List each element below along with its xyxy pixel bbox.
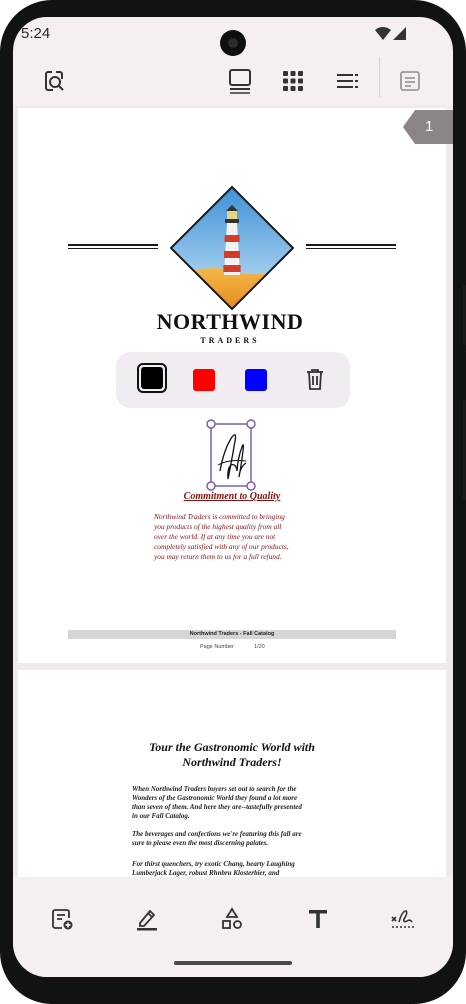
wifi-icon xyxy=(375,27,391,40)
page-indicator-number: 1 xyxy=(425,118,434,135)
paragraph-line: in our Fall Catalog. xyxy=(132,812,190,820)
commitment-line: over the world. If at any time you are n… xyxy=(154,532,276,541)
color-swatch-blue[interactable] xyxy=(245,369,267,391)
pdf-page-2[interactable]: Tour the Gastronomic World with Northwin… xyxy=(18,670,446,877)
signature-icon[interactable] xyxy=(383,899,423,939)
page2-paragraph-3: For thirst quenchers, try exotic Chang, … xyxy=(132,860,332,877)
paragraph-line: The beverages and confections we're feat… xyxy=(132,830,302,838)
commitment-line: you products of the highest quality from… xyxy=(154,522,282,531)
cellular-icon xyxy=(393,27,406,40)
top-toolbar xyxy=(13,53,453,105)
screen: 5:24 NORTHWIND TRADERS Commitment to Qua… xyxy=(13,17,453,977)
signature-annotation[interactable] xyxy=(206,419,256,491)
text-icon[interactable] xyxy=(298,899,338,939)
paragraph-line: Wonders of the Gastronomic World they fo… xyxy=(132,794,298,802)
status-time: 5:24 xyxy=(21,25,51,42)
page2-title-line: Northwind Traders! xyxy=(182,755,282,769)
highlight-icon[interactable] xyxy=(127,899,167,939)
pdf-page-1[interactable]: NORTHWIND TRADERS Commitment to Quality … xyxy=(18,108,446,663)
paragraph-line: When Northwind Traders buyers set out to… xyxy=(132,785,297,793)
list-view-icon[interactable] xyxy=(328,61,368,101)
commitment-line: you may return them to us for a full ref… xyxy=(154,552,282,561)
paragraph-line: Lumberjack Lager, robust Rhnbru Klosterb… xyxy=(132,869,280,877)
grid-view-icon[interactable] xyxy=(273,61,313,101)
add-note-icon[interactable] xyxy=(42,899,82,939)
ink-color-picker xyxy=(116,352,350,408)
document-search-icon[interactable] xyxy=(34,61,74,101)
home-indicator[interactable] xyxy=(174,961,292,965)
toolbar-divider xyxy=(379,57,380,97)
delete-trash-icon[interactable] xyxy=(302,366,328,392)
logo-rule-right xyxy=(306,244,396,249)
annotation-toolbar xyxy=(13,877,453,977)
page2-title-line: Tour the Gastronomic World with xyxy=(149,740,315,754)
color-swatch-black-fill xyxy=(141,367,163,389)
page-footer: Northwind Traders - Fall Catalog xyxy=(68,630,396,639)
brand-name: NORTHWIND xyxy=(156,309,304,334)
page-number-label: Page Number xyxy=(200,644,234,650)
page-indicator-badge: 1 xyxy=(403,110,453,144)
commitment-body: Northwind Traders is committed to bringi… xyxy=(154,512,314,562)
page2-title: Tour the Gastronomic World with Northwin… xyxy=(122,740,342,770)
commitment-line: Northwind Traders is committed to bringi… xyxy=(154,512,285,521)
color-swatch-red[interactable] xyxy=(193,369,215,391)
shapes-icon[interactable] xyxy=(212,899,252,939)
page2-paragraph-1: When Northwind Traders buyers set out to… xyxy=(132,785,332,821)
paragraph-line: sure to please even the most discerning … xyxy=(132,839,269,847)
commitment-line: completely satisfied with any of our pro… xyxy=(154,542,289,551)
color-swatch-black[interactable] xyxy=(137,363,167,393)
single-page-view-icon[interactable] xyxy=(220,61,260,101)
paragraph-line: than seven of them. And here they are--t… xyxy=(132,803,302,811)
lighthouse-logo xyxy=(169,185,295,311)
page-number-value: 1/20 xyxy=(254,644,265,650)
paragraph-line: For thirst quenchers, try exotic Chang, … xyxy=(132,860,295,868)
form-icon[interactable] xyxy=(390,61,430,101)
commitment-title: Commitment to Quality xyxy=(183,491,281,502)
brand-subtitle: TRADERS xyxy=(200,336,260,345)
page2-paragraph-2: The beverages and confections we're feat… xyxy=(132,830,332,848)
status-bar: 5:24 xyxy=(13,17,453,56)
logo-rule-left xyxy=(68,244,158,249)
document-viewer[interactable]: NORTHWIND TRADERS Commitment to Quality … xyxy=(13,105,453,877)
